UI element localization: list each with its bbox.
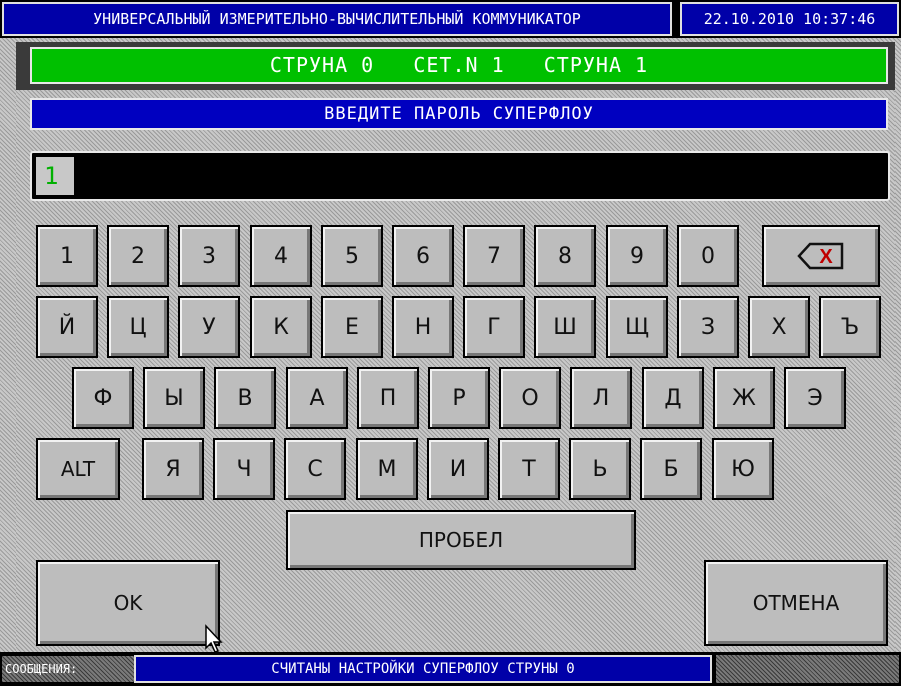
key-row3-1[interactable]: Ы xyxy=(143,367,205,429)
key-row4-6[interactable]: Ь xyxy=(569,438,631,500)
key-row4-8[interactable]: Ю xyxy=(712,438,774,500)
key-row2-4[interactable]: Е xyxy=(321,296,383,358)
key-row1-2[interactable]: 3 xyxy=(178,225,240,287)
message-bar-filler xyxy=(716,655,899,683)
key-row2-11[interactable]: Ъ xyxy=(819,296,881,358)
key-row3-0[interactable]: Ф xyxy=(72,367,134,429)
key-row2-9[interactable]: З xyxy=(677,296,739,358)
key-row1-5[interactable]: 6 xyxy=(392,225,454,287)
key-row3-8[interactable]: Д xyxy=(642,367,704,429)
key-row1-6[interactable]: 7 xyxy=(463,225,525,287)
key-row3-3[interactable]: А xyxy=(286,367,348,429)
key-row2-8[interactable]: Щ xyxy=(606,296,668,358)
key-row4-3[interactable]: М xyxy=(356,438,418,500)
cancel-button[interactable]: ОТМЕНА xyxy=(704,560,888,646)
key-row2-5[interactable]: Н xyxy=(392,296,454,358)
key-row3-10[interactable]: Э xyxy=(784,367,846,429)
key-row1-7[interactable]: 8 xyxy=(534,225,596,287)
key-row4-4[interactable]: И xyxy=(427,438,489,500)
key-row2-10[interactable]: Х xyxy=(748,296,810,358)
key-row3-7[interactable]: Л xyxy=(570,367,632,429)
key-row2-6[interactable]: Г xyxy=(463,296,525,358)
key-row2-2[interactable]: У xyxy=(178,296,240,358)
datetime-display: 22.10.2010 10:37:46 xyxy=(680,2,899,36)
key-row4-7[interactable]: Б xyxy=(640,438,702,500)
key-row4-5[interactable]: Т xyxy=(498,438,560,500)
alt-key[interactable]: ALT xyxy=(36,438,120,500)
password-prompt: ВВЕДИТЕ ПАРОЛЬ СУПЕРФЛОУ xyxy=(30,98,888,130)
key-row3-6[interactable]: О xyxy=(499,367,561,429)
key-row2-7[interactable]: Ш xyxy=(534,296,596,358)
string-status-bar: СТРУНА 0 СЕТ.N 1 СТРУНА 1 xyxy=(30,47,888,84)
key-row4-0[interactable]: Я xyxy=(142,438,204,500)
key-row2-3[interactable]: К xyxy=(250,296,312,358)
key-row3-5[interactable]: Р xyxy=(428,367,490,429)
password-input-value: 1 xyxy=(36,157,74,195)
message-text: СЧИТАНЫ НАСТРОЙКИ СУПЕРФЛОУ СТРУНЫ 0 xyxy=(134,655,712,683)
key-row3-2[interactable]: В xyxy=(214,367,276,429)
ok-button[interactable]: OK xyxy=(36,560,220,646)
space-key[interactable]: ПРОБЕЛ xyxy=(286,510,636,570)
backspace-key[interactable]: X xyxy=(762,225,880,287)
key-row3-4[interactable]: П xyxy=(357,367,419,429)
key-row2-0[interactable]: Й xyxy=(36,296,98,358)
key-row2-1[interactable]: Ц xyxy=(107,296,169,358)
key-row4-1[interactable]: Ч xyxy=(213,438,275,500)
key-row4-2[interactable]: С xyxy=(284,438,346,500)
backspace-label: X xyxy=(819,246,833,268)
password-input[interactable] xyxy=(30,151,890,201)
backspace-icon: X xyxy=(797,242,844,270)
mouse-pointer-icon xyxy=(205,624,223,653)
app-title: УНИВЕРСАЛЬНЫЙ ИЗМЕРИТЕЛЬНО-ВЫЧИСЛИТЕЛЬНЫ… xyxy=(2,2,672,36)
key-row3-9[interactable]: Ж xyxy=(713,367,775,429)
key-row1-9[interactable]: 0 xyxy=(677,225,739,287)
key-row1-0[interactable]: 1 xyxy=(36,225,98,287)
key-row1-8[interactable]: 9 xyxy=(606,225,668,287)
key-row1-1[interactable]: 2 xyxy=(107,225,169,287)
key-row1-4[interactable]: 5 xyxy=(321,225,383,287)
key-row1-3[interactable]: 4 xyxy=(250,225,312,287)
message-label: СООБЩЕНИЯ: xyxy=(5,662,78,676)
